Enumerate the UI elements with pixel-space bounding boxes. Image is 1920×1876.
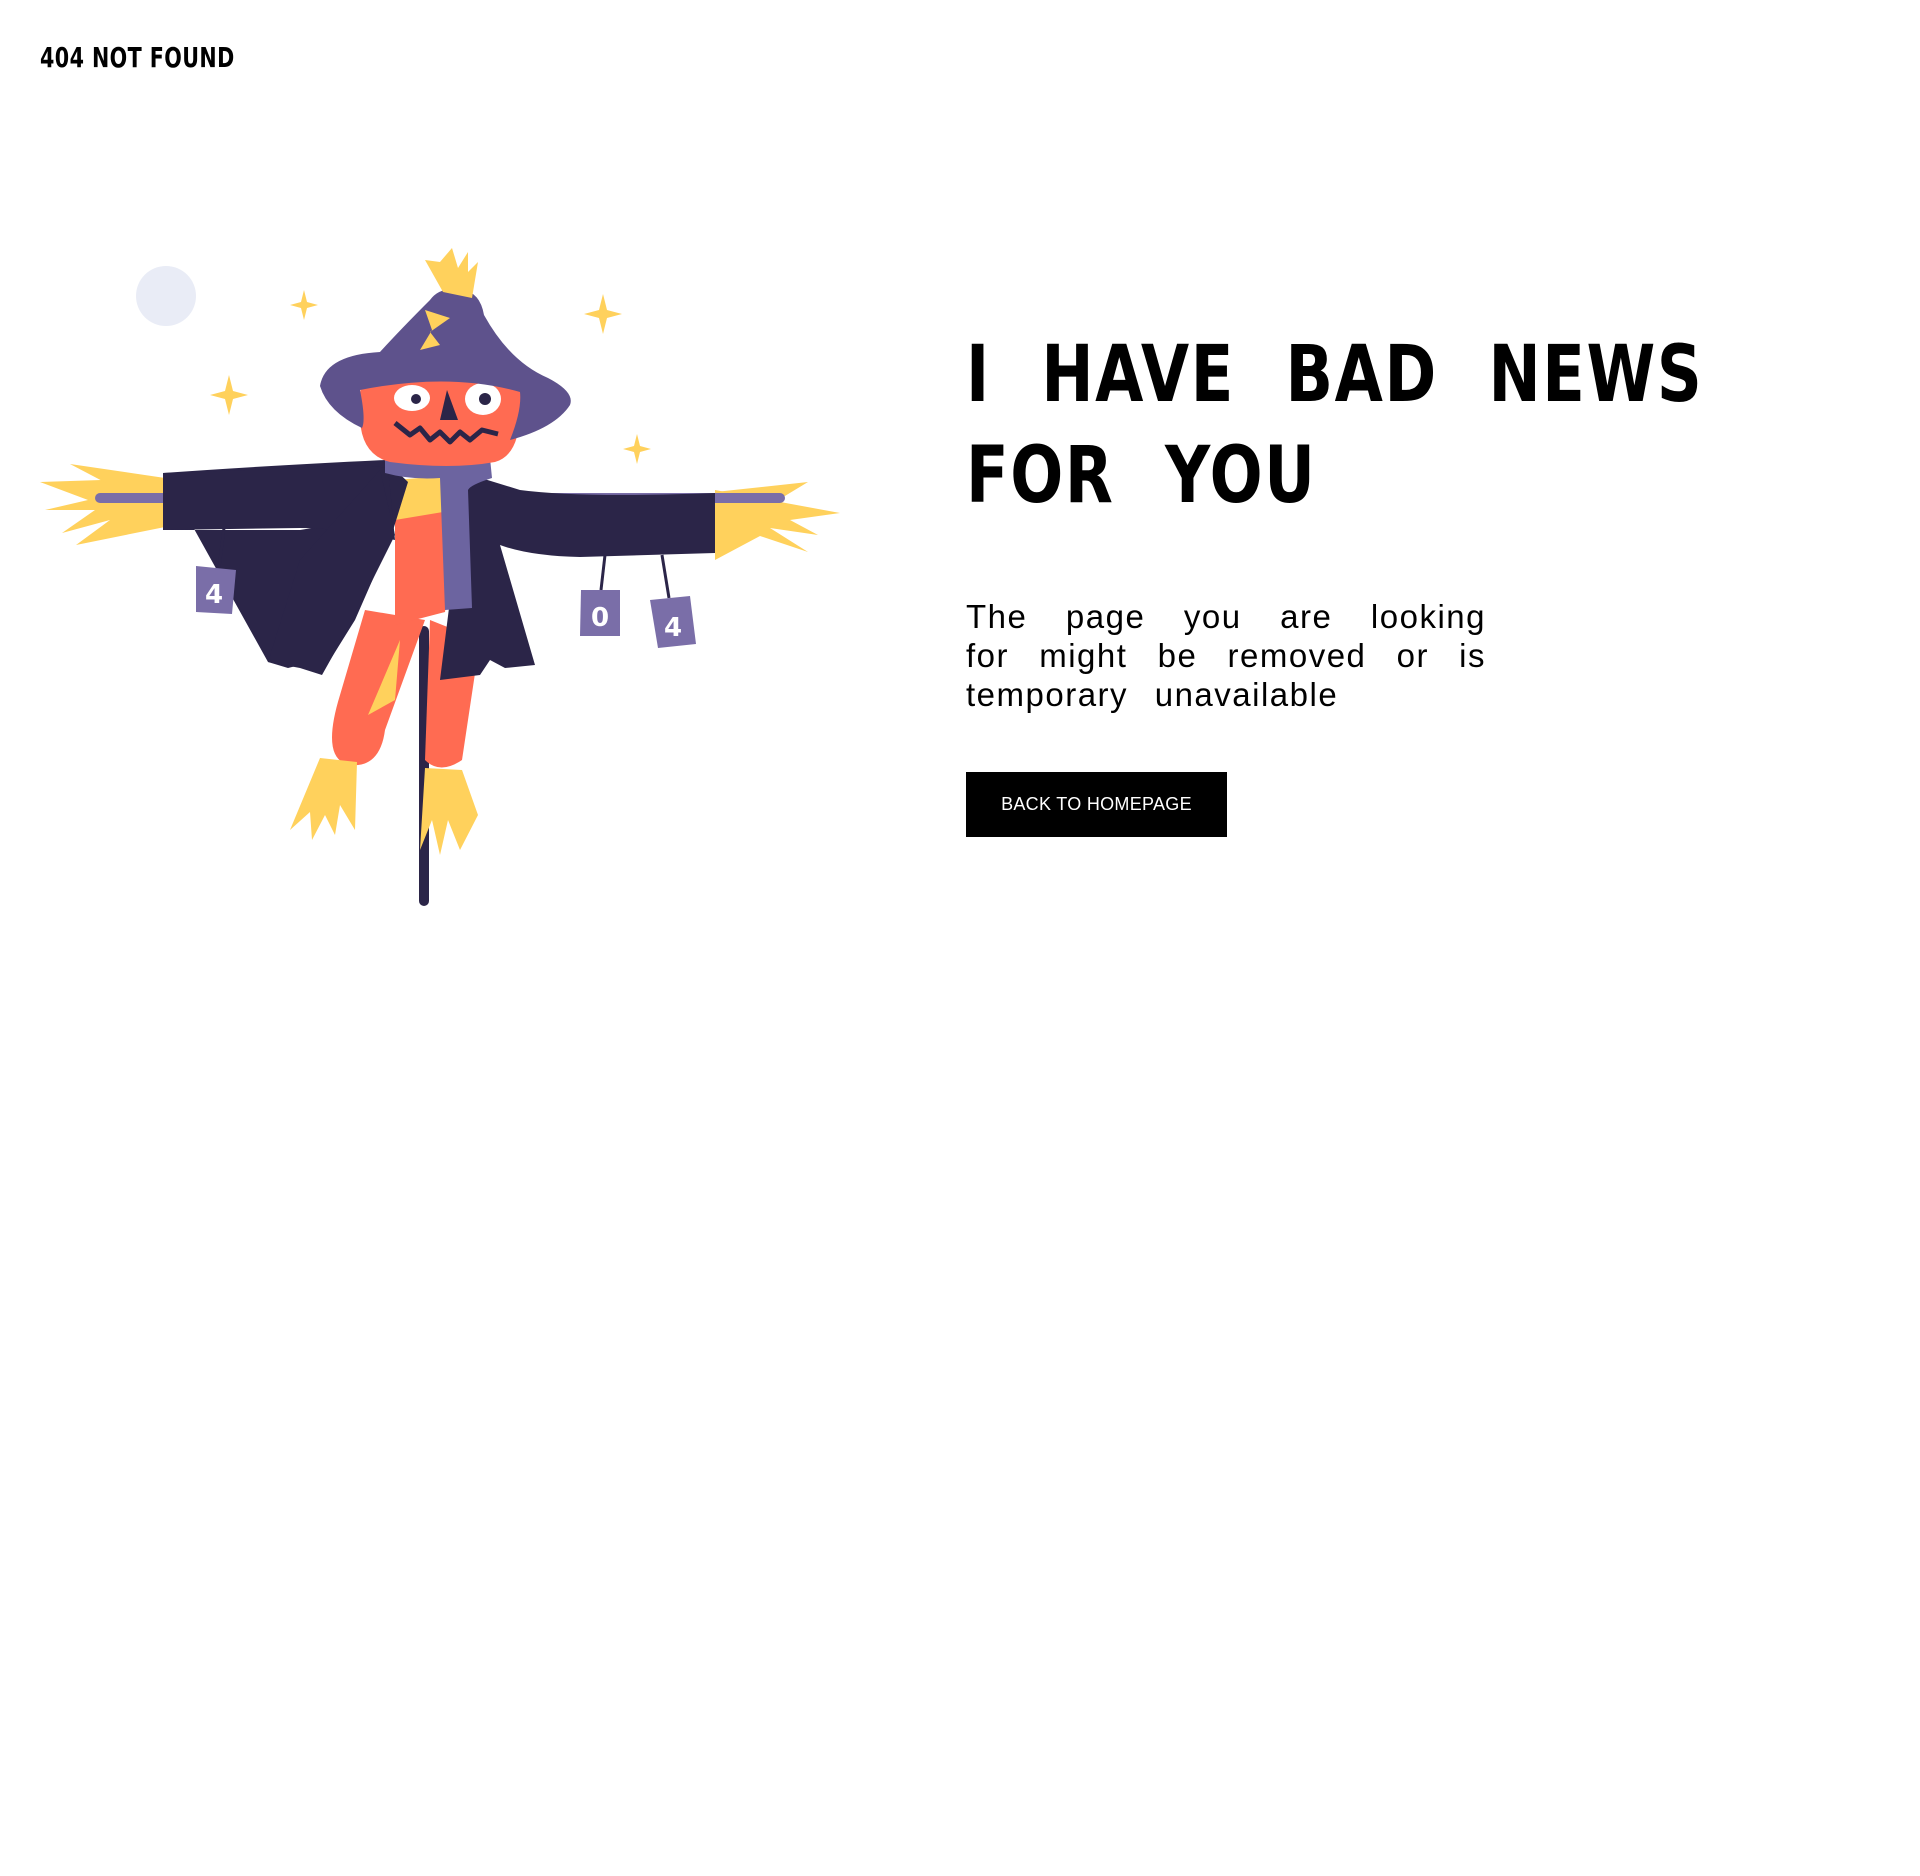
svg-text:4: 4 (664, 613, 682, 643)
can-icon: 0 (580, 590, 620, 636)
page-headline: I HAVE BAD NEWS FOR YOU (966, 325, 1703, 527)
headline-line-2: FOR YOU (966, 431, 1317, 521)
can-icon: 4 (650, 596, 696, 648)
brand-logo[interactable]: 404 NOT FOUND (40, 38, 235, 78)
headline-line-1: I HAVE BAD NEWS (966, 330, 1704, 420)
scarecrow-illustration: 4 0 4 (40, 248, 840, 906)
back-to-homepage-button[interactable]: BACK TO HOMEPAGE (966, 772, 1227, 837)
can-icon: 4 (196, 566, 236, 614)
moon-icon (136, 266, 196, 326)
error-message: The page you are looking for might be re… (966, 598, 1486, 713)
pole (419, 626, 429, 906)
svg-text:0: 0 (591, 603, 609, 633)
svg-text:4: 4 (205, 580, 223, 610)
